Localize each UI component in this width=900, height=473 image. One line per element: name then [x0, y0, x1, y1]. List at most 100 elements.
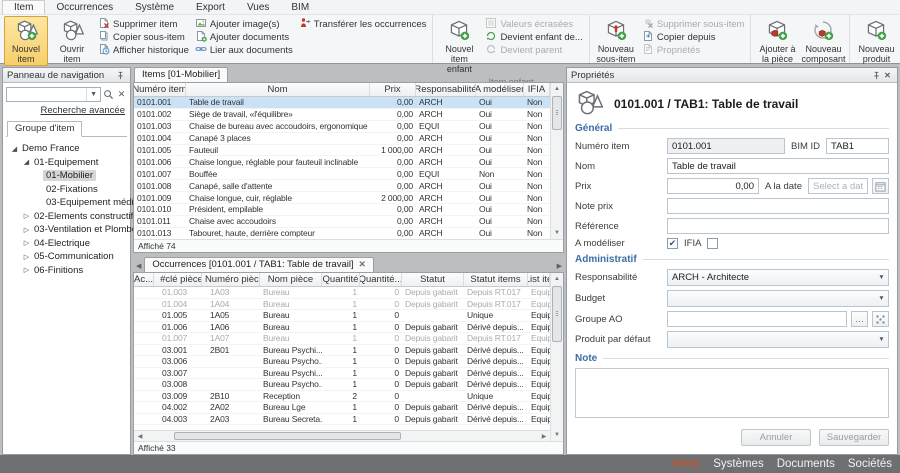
table-row[interactable]: 01.0051A05Bureau10UniqueEquipeme [134, 310, 550, 322]
a-modeliser-checkbox[interactable]: ✔ [667, 238, 678, 249]
prix-field[interactable] [667, 178, 759, 194]
scroll-down-icon[interactable]: ▼ [551, 227, 563, 239]
save-button[interactable]: Sauvegarder [819, 429, 889, 446]
clear-grid-icon[interactable] [872, 311, 889, 327]
table-row[interactable]: 01.0041A04Bureau10Depuis gabaritDepuis R… [134, 299, 550, 311]
statusbar-item-systemes[interactable]: Systèmes [713, 458, 764, 470]
table-row[interactable]: 04.0032A03Bureau Secreta...10Depuis gaba… [134, 414, 550, 426]
scroll-up-icon[interactable]: ▲ [551, 273, 563, 285]
tree-collapsed-icon[interactable]: ▷ [22, 239, 31, 247]
statusbar-item-societes[interactable]: Sociétés [848, 458, 892, 470]
lier-aux-documents-button[interactable]: Lier aux documents [195, 44, 293, 57]
tree-item-01-equipement[interactable]: ◢01-Equipement [8, 156, 127, 170]
column-header-quantite[interactable]: Quantité [322, 273, 360, 286]
tree-expanded-icon[interactable]: ◢ [22, 158, 31, 166]
bim-id-field[interactable] [826, 138, 889, 154]
table-row[interactable]: 0101.013Tabouret, haute, derrière compte… [134, 228, 550, 239]
column-header-a-modeliser[interactable]: A modéliser [476, 83, 524, 96]
tree-item-demo-france[interactable]: ◢Demo France [8, 142, 127, 156]
a-la-date-field[interactable] [808, 178, 868, 194]
close-icon[interactable]: ✕ [882, 70, 893, 81]
scroll-down-icon[interactable]: ▼ [551, 429, 563, 441]
ifia-checkbox[interactable] [707, 238, 718, 249]
table-row[interactable]: 03.006Bureau Psycho...10Depuis gabaritDé… [134, 356, 550, 368]
tree-collapsed-icon[interactable]: ▷ [22, 212, 31, 220]
tree-expanded-icon[interactable]: ◢ [10, 145, 19, 153]
table-row[interactable]: 0101.003Chaise de bureau avec accoudoirs… [134, 121, 550, 133]
table-row[interactable]: 01.0071A07Bureau10Depuis gabaritDepuis R… [134, 333, 550, 345]
scrollbar-thumb[interactable] [552, 96, 562, 130]
tree-item-02-elements-constructifs[interactable]: ▷02-Elements constructifs [8, 210, 127, 224]
table-row[interactable]: 0101.007Bouffée0,00EQUINonNon [134, 168, 550, 180]
items-vertical-scrollbar[interactable]: ▲ ▼ [550, 83, 563, 239]
supprimer-item-button[interactable]: Supprimer item [98, 18, 189, 31]
scroll-up-icon[interactable]: ▲ [551, 83, 563, 95]
column-header-ac[interactable]: Ac... [134, 273, 154, 286]
column-header-nom[interactable]: Nom [186, 83, 370, 96]
scrollbar-thumb[interactable] [174, 432, 401, 440]
table-row[interactable]: 0101.001Table de travail0,00ARCHOuiNon [134, 97, 550, 109]
tab-items[interactable]: Items [01-Mobilier] [134, 67, 228, 82]
groupe-ao-field[interactable] [667, 311, 847, 327]
clear-search-icon[interactable]: ✕ [116, 89, 127, 100]
nouvel-item-button[interactable]: Nouvel item [4, 16, 48, 66]
table-row[interactable]: 03.0092B10Reception20UniqueEquipeme [134, 391, 550, 403]
tree-collapsed-icon[interactable]: ▷ [22, 226, 31, 234]
reference-field[interactable] [667, 218, 889, 234]
copier-depuis-button[interactable]: Copier depuis [642, 31, 745, 44]
column-header-nom-piece[interactable]: Nom pièce [260, 273, 322, 286]
pin-icon[interactable] [871, 70, 882, 81]
table-row[interactable]: 0101.002Siège de travail, «l'équilibre»0… [134, 109, 550, 121]
afficher-historique-button[interactable]: Afficher historique [98, 44, 189, 57]
nom-field[interactable] [667, 158, 889, 174]
column-header-statut-items[interactable]: Statut items [464, 273, 528, 286]
occurrences-vertical-scrollbar[interactable]: ▲ ▼ [550, 273, 563, 441]
table-row[interactable]: 0101.004Canapé 3 places0,00ARCHOuiNon [134, 133, 550, 145]
column-header-prix[interactable]: Prix [370, 83, 416, 96]
ouvrir-item-button[interactable]: Ouvrir item [50, 16, 94, 66]
column-header-list-ite[interactable]: List ite [528, 273, 550, 286]
table-row[interactable]: 0101.005Fauteuil1 000,00ARCHOuiNon [134, 145, 550, 157]
tree-item-06-finitions[interactable]: ▷06-Finitions [8, 264, 127, 278]
table-row[interactable]: 03.007Bureau Psychi...10Depuis gabaritDé… [134, 368, 550, 380]
tree-item-03-equipement-medical[interactable]: 03-Equipement médical [8, 196, 127, 210]
chevron-down-icon[interactable]: ▼ [86, 88, 100, 101]
tree-collapsed-icon[interactable]: ▷ [22, 266, 31, 274]
nouveau-composant-button[interactable]: Nouveau composant [801, 16, 845, 66]
calendar-icon[interactable] [872, 178, 889, 194]
tab-occurrences[interactable]: Occurrences [0101.001 / TAB1: Table de t… [144, 257, 373, 272]
menu-tab-systeme[interactable]: Système [124, 1, 185, 14]
scrollbar-thumb[interactable] [552, 286, 562, 342]
scroll-left-icon[interactable]: ◀ [134, 433, 146, 440]
menu-tab-export[interactable]: Export [185, 1, 236, 14]
menu-tab-occurrences[interactable]: Occurrences [45, 1, 124, 14]
table-row[interactable]: 0101.010Président, empilable0,00ARCHOuiN… [134, 204, 550, 216]
menu-tab-vues[interactable]: Vues [236, 1, 280, 14]
column-header-statut[interactable]: Statut [402, 273, 464, 286]
search-input[interactable]: ▼ [6, 87, 101, 102]
table-row[interactable]: 03.0012B01Bureau Psychi...10Depuis gabar… [134, 345, 550, 357]
table-row[interactable]: 0101.008Canapé, salle d'attente0,00ARCHO… [134, 180, 550, 192]
column-header-quantite[interactable]: Quantité... [360, 273, 402, 286]
table-row[interactable]: 0101.009Chaise longue, cuir, réglable2 0… [134, 192, 550, 204]
browse-ellipsis-button[interactable]: … [851, 311, 868, 327]
note-textarea[interactable] [575, 368, 889, 418]
responsabilite-dropdown[interactable]: ARCH - Architecte ▼ [667, 269, 889, 286]
tree-collapsed-icon[interactable]: ▷ [22, 253, 31, 261]
produit-par-defaut-dropdown[interactable]: ▼ [667, 331, 889, 348]
pin-icon[interactable] [115, 70, 126, 81]
ajouter-a-la-piece-button[interactable]: Ajouter à la pièce [755, 16, 799, 66]
tree-item-05-communication[interactable]: ▷05-Communication [8, 250, 127, 264]
close-tab-icon[interactable]: ✕ [359, 259, 366, 270]
copier-sous-item-button[interactable]: Copier sous-item [98, 31, 189, 44]
tree-item-04-electrique[interactable]: ▷04-Electrique [8, 237, 127, 251]
tree-item-01-mobilier[interactable]: 01-Mobilier [8, 169, 127, 183]
scroll-right-icon[interactable]: ▶ [538, 433, 550, 440]
tree-item-03-ventilation-et-plomberie[interactable]: ▷03-Ventilation et Plomberie [8, 223, 127, 237]
table-row[interactable]: 0101.006Chaise longue, réglable pour fau… [134, 156, 550, 168]
table-row[interactable]: 01.0031A03Bureau10Depuis gabaritDepuis R… [134, 287, 550, 299]
column-header-cle-piece[interactable]: #clé pièce [154, 273, 202, 286]
search-icon[interactable] [103, 89, 114, 100]
menu-tab-item[interactable]: Item [2, 0, 45, 14]
tab-scroll-left-icon[interactable]: ◀ [134, 262, 143, 272]
